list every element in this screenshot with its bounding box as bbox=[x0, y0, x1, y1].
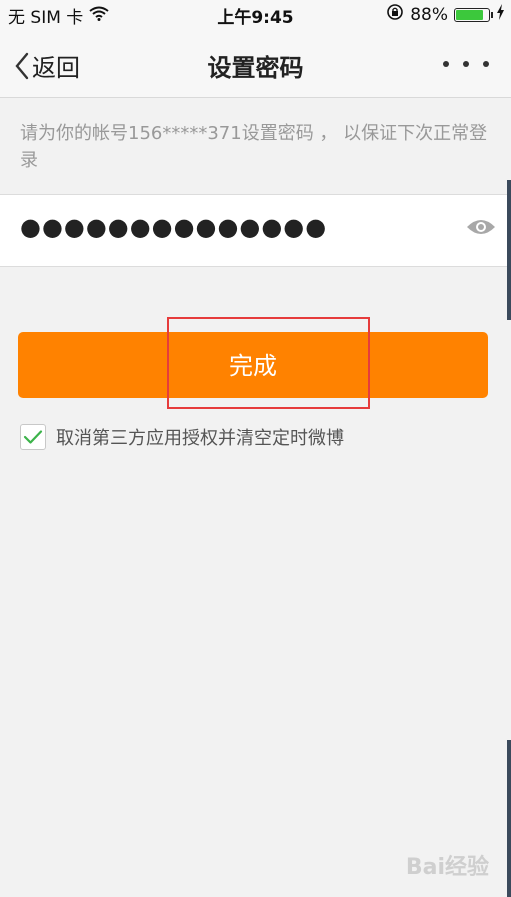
edge-strip-bottom bbox=[507, 740, 511, 897]
eye-icon[interactable] bbox=[465, 217, 497, 241]
charging-icon bbox=[496, 4, 505, 25]
done-button[interactable]: 完成 bbox=[18, 332, 488, 398]
battery-icon bbox=[454, 7, 493, 22]
nav-bar: 返回 设置密码 bbox=[0, 26, 511, 98]
password-hint: 请为你的帐号156*****371设置密码 ， 以保证下次正常登录 bbox=[20, 123, 488, 171]
revoke-auth-option[interactable]: 取消第三方应用授权并清空定时微博 bbox=[20, 424, 344, 450]
back-button[interactable]: 返回 bbox=[14, 48, 80, 83]
watermark: Bai经验 bbox=[405, 855, 489, 880]
more-icon[interactable] bbox=[443, 56, 489, 72]
status-bar: 无 SIM 卡 上午9:45 88% bbox=[0, 0, 511, 28]
revoke-auth-checkbox[interactable] bbox=[20, 424, 46, 450]
password-value: ●●●●●●●●●●●●●● bbox=[20, 213, 328, 241]
chevron-left-icon bbox=[15, 52, 29, 79]
orientation-lock-icon bbox=[386, 3, 404, 26]
status-right: 88% bbox=[386, 3, 505, 26]
battery-level bbox=[456, 9, 484, 20]
revoke-auth-label: 取消第三方应用授权并清空定时微博 bbox=[56, 428, 344, 449]
battery-percent: 88% bbox=[410, 4, 448, 25]
checkmark-icon bbox=[23, 430, 43, 444]
back-label: 返回 bbox=[32, 54, 80, 82]
edge-strip-top bbox=[507, 180, 511, 320]
password-field[interactable]: ●●●●●●●●●●●●●● bbox=[0, 194, 511, 267]
